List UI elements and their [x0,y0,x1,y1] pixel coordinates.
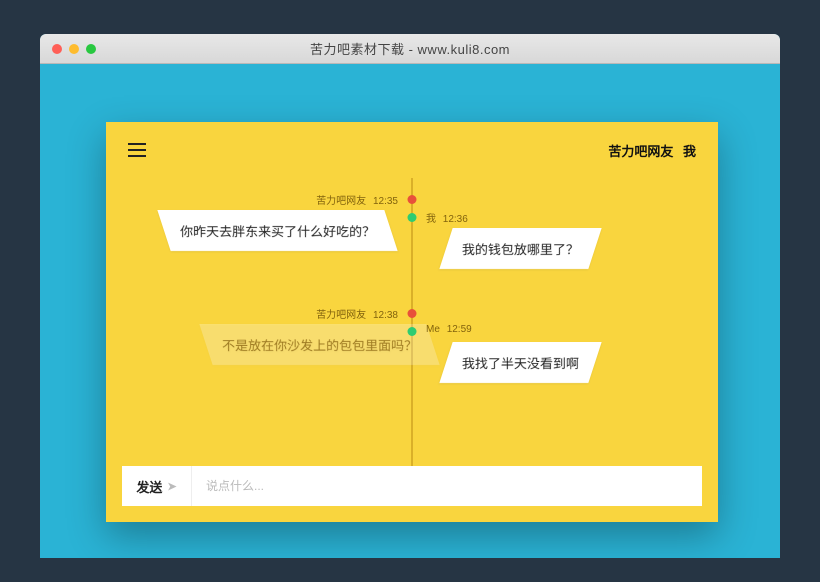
chat-header: 苦力吧网友 我 [106,122,718,178]
message-meta: Me 12:59 [426,324,472,335]
message-time: 12:59 [447,324,472,335]
message-author: Me [426,324,440,335]
message-meta: 苦力吧网友 12:38 [316,306,398,321]
message-bubble: 不是放在你沙发上的包包里面吗？ [199,324,439,365]
chat-input-bar: 发送 ➤ [122,466,702,506]
menu-icon[interactable] [128,143,148,157]
browser-titlebar: 苦力吧素材下载 - www.kuli8.com [40,34,780,64]
close-icon[interactable] [52,44,62,54]
participant-left: 苦力吧网友 [608,144,673,159]
message-time: 12:35 [373,196,398,207]
browser-title: 苦力吧素材下载 - www.kuli8.com [40,39,780,58]
message-input[interactable] [192,466,702,506]
message-time: 12:38 [373,310,398,321]
participant-right: 我 [683,144,696,159]
traffic-lights [40,44,96,54]
message-bubble: 我的钱包放哪里了？ [439,228,601,269]
timeline-dot-icon [408,309,417,318]
message-text: 不是放在你沙发上的包包里面吗？ [222,335,417,354]
maximize-icon[interactable] [86,44,96,54]
message-time: 12:36 [443,214,468,225]
message-meta: 我 12:36 [426,210,468,225]
message-author: 苦力吧网友 [316,310,366,321]
message-bubble: 你昨天去胖东来买了什么好吃的？ [157,210,397,251]
minimize-icon[interactable] [69,44,79,54]
timeline-dot-icon [408,327,417,336]
chat-card: 苦力吧网友 我 苦力吧网友 12:35 你昨天去胖东来买了什么好吃的？ 我 12… [106,122,718,522]
chat-timeline: 苦力吧网友 12:35 你昨天去胖东来买了什么好吃的？ 我 12:36 我的钱包… [106,178,718,466]
send-arrow-icon: ➤ [167,480,176,493]
message-text: 我找了半天没看到啊 [462,353,579,372]
send-label: 发送 [136,477,162,496]
participants-label: 苦力吧网友 我 [608,141,696,160]
message-author: 我 [426,214,436,225]
message-text: 我的钱包放哪里了？ [462,239,579,258]
browser-window: 苦力吧素材下载 - www.kuli8.com 苦力吧网友 我 苦力吧网友 12… [40,34,780,558]
timeline-dot-icon [408,213,417,222]
message-text: 你昨天去胖东来买了什么好吃的？ [180,221,375,240]
send-button[interactable]: 发送 ➤ [122,466,192,506]
message-author: 苦力吧网友 [316,196,366,207]
message-bubble: 我找了半天没看到啊 [439,342,601,383]
message-meta: 苦力吧网友 12:35 [316,192,398,207]
timeline-dot-icon [408,195,417,204]
